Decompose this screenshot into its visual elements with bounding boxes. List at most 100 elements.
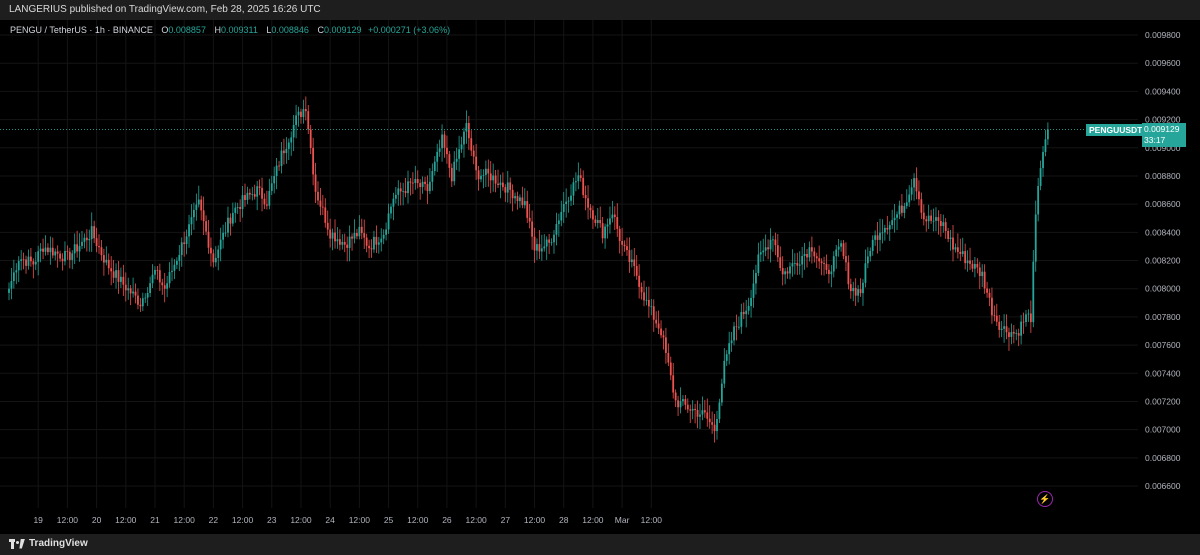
candle-body bbox=[937, 217, 940, 221]
candle-body bbox=[657, 323, 660, 329]
candle-body bbox=[463, 131, 465, 145]
candle-body bbox=[961, 251, 964, 254]
candle-body bbox=[1027, 313, 1030, 315]
candle-body bbox=[263, 198, 266, 205]
candle-body bbox=[175, 260, 178, 265]
candle-body bbox=[956, 247, 959, 252]
bar-countdown: 33:17 bbox=[1144, 135, 1166, 145]
candle-body bbox=[718, 402, 721, 420]
candle-body bbox=[689, 409, 692, 411]
candle-body bbox=[382, 234, 385, 239]
candle-body bbox=[713, 424, 716, 432]
x-tick-label: 19 bbox=[33, 515, 43, 525]
candle-body bbox=[394, 194, 397, 199]
candle-body bbox=[652, 306, 655, 320]
candle-body bbox=[446, 147, 448, 155]
candle-body bbox=[154, 269, 156, 275]
candle-body bbox=[424, 181, 426, 184]
candle-body bbox=[918, 191, 920, 200]
candle-body bbox=[660, 328, 662, 336]
candle-body bbox=[188, 224, 190, 237]
candle-body bbox=[791, 263, 794, 267]
candle-body bbox=[813, 251, 816, 257]
candle-body bbox=[312, 147, 315, 175]
candle-body bbox=[183, 242, 186, 245]
candle-body bbox=[1044, 139, 1047, 152]
candle-body bbox=[565, 201, 568, 204]
candle-body bbox=[733, 326, 735, 341]
candle-body bbox=[752, 283, 755, 298]
candle-body bbox=[64, 251, 66, 262]
candle-body bbox=[616, 217, 619, 229]
change-value: +0.000271 (+3.06%) bbox=[368, 25, 451, 35]
candle-body bbox=[523, 201, 526, 206]
candle-body bbox=[703, 410, 706, 413]
candle-body bbox=[141, 298, 144, 307]
candle-body bbox=[823, 263, 825, 265]
candle-body bbox=[1017, 333, 1020, 336]
candle-body bbox=[891, 220, 894, 226]
x-tick-label: 12:00 bbox=[232, 515, 254, 525]
header-bar: LANGERIUS published on TradingView.com, … bbox=[0, 0, 1200, 20]
candle-body bbox=[570, 195, 572, 201]
chart-area[interactable]: 0.009800 0.009600 0.009400 0.009200 0.009000… bbox=[0, 20, 1200, 534]
candle-body bbox=[896, 214, 898, 218]
candle-body bbox=[465, 123, 468, 132]
candle-body bbox=[774, 239, 777, 246]
candle-body bbox=[947, 230, 950, 239]
candle-body bbox=[307, 111, 310, 130]
y-tick-label: 0.007000 bbox=[1145, 425, 1181, 435]
candle-body bbox=[83, 237, 86, 242]
candle-body bbox=[134, 291, 137, 296]
x-tick-label: 12:00 bbox=[57, 515, 79, 525]
candlestick-chart[interactable]: 0.0098000.0096000.0094000.0092000.009000… bbox=[0, 20, 1200, 534]
candle-body bbox=[433, 161, 436, 172]
symbol-price-tag: PENGUUSDT bbox=[1086, 124, 1146, 136]
last-price-box: 0.009129 33:17 bbox=[1142, 123, 1186, 147]
candle-body bbox=[144, 297, 147, 299]
candle-body bbox=[708, 418, 711, 423]
candle-body bbox=[222, 232, 225, 240]
x-tick-label: 22 bbox=[209, 515, 219, 525]
candle-body bbox=[986, 288, 988, 293]
candle-body bbox=[942, 222, 945, 227]
candle-body bbox=[952, 237, 954, 250]
candle-body bbox=[550, 242, 553, 244]
candle-body bbox=[832, 256, 835, 272]
candle-body bbox=[438, 148, 441, 152]
x-tick-label: 12:00 bbox=[407, 515, 429, 525]
candle-body bbox=[633, 259, 636, 267]
candle-body bbox=[684, 399, 687, 405]
candle-body bbox=[309, 129, 312, 148]
candle-body bbox=[789, 266, 791, 274]
candle-body bbox=[925, 219, 928, 222]
candle-body bbox=[17, 260, 20, 271]
candle-body bbox=[300, 111, 302, 118]
flash-icon[interactable]: ⚡ bbox=[1037, 491, 1053, 507]
candle-body bbox=[810, 247, 813, 252]
symbol-legend: PENGU / TetherUS · 1h · BINANCE O0.00885… bbox=[10, 25, 450, 35]
tradingview-logo[interactable]: TradingView bbox=[9, 538, 88, 549]
candle-body bbox=[482, 174, 485, 176]
candle-body bbox=[638, 275, 641, 287]
candle-body bbox=[29, 256, 32, 262]
candle-body bbox=[606, 224, 609, 227]
candle-body bbox=[514, 196, 516, 199]
open-value: 0.008857 bbox=[168, 25, 206, 35]
candle-body bbox=[443, 134, 446, 148]
candle-body bbox=[139, 304, 142, 307]
candle-body bbox=[772, 239, 774, 241]
candle-body bbox=[672, 375, 675, 393]
candle-body bbox=[234, 207, 237, 213]
candle-body bbox=[604, 226, 606, 239]
candle-body bbox=[1005, 326, 1008, 333]
candle-body bbox=[494, 175, 497, 184]
candle-body bbox=[691, 408, 694, 411]
candle-body bbox=[579, 175, 582, 178]
candle-body bbox=[22, 259, 25, 261]
candle-body bbox=[200, 199, 203, 211]
candle-body bbox=[764, 247, 767, 251]
candle-body bbox=[404, 191, 407, 194]
candle-body bbox=[501, 182, 504, 188]
candle-body bbox=[414, 179, 417, 183]
